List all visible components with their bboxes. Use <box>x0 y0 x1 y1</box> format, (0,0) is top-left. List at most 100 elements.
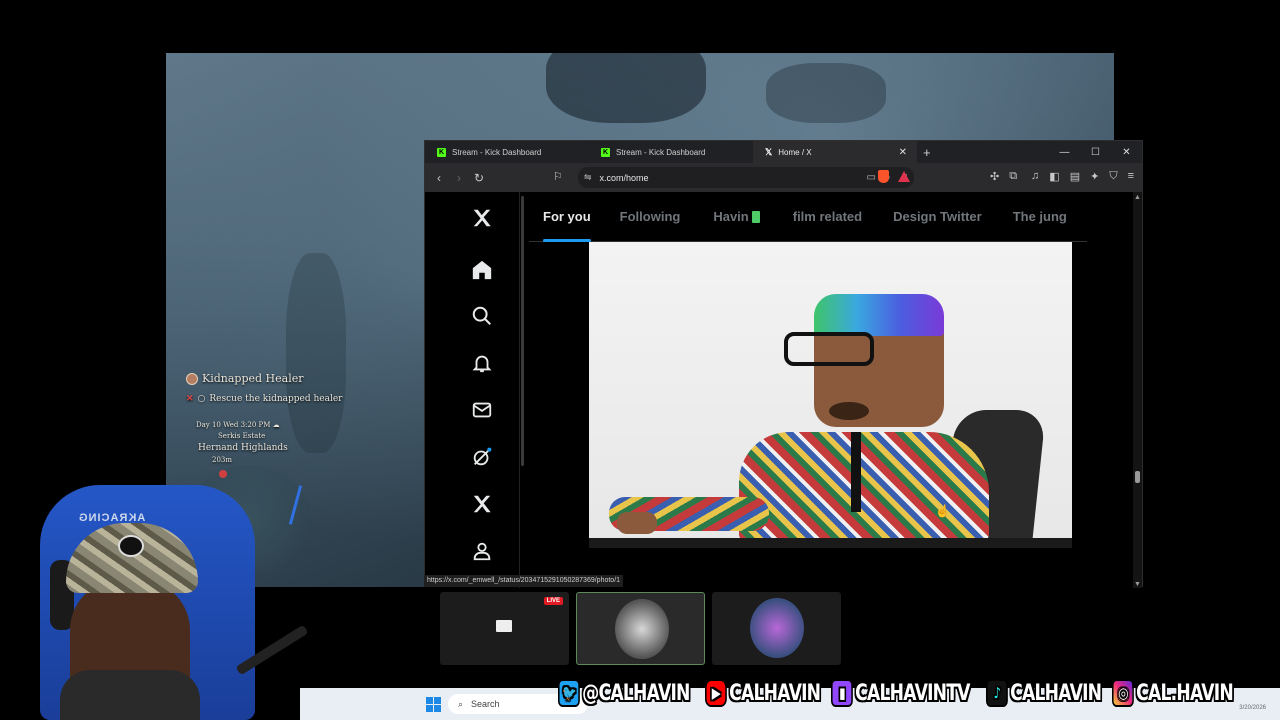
preview-avatar-1[interactable] <box>576 592 705 665</box>
sidebar-scrollbar[interactable] <box>521 196 524 466</box>
tab-label: Stream - Kick Dashboard <box>452 147 542 157</box>
close-tab-icon[interactable]: ✕ <box>899 147 907 158</box>
scroll-up-icon[interactable]: ▲ <box>1134 194 1141 201</box>
bell-icon[interactable] <box>470 351 494 375</box>
glasses-shape <box>784 332 874 366</box>
tab-following[interactable]: Following <box>620 192 681 242</box>
mail-icon[interactable] <box>470 398 494 422</box>
tiktok-icon: ♪ <box>986 679 1009 707</box>
search-icon[interactable] <box>470 304 494 328</box>
minimize-icon[interactable]: — <box>1049 141 1080 163</box>
social-handle: CALHAVIN <box>1010 680 1103 706</box>
avatar <box>615 599 669 659</box>
forward-icon[interactable]: › <box>449 171 469 185</box>
new-tab-button[interactable]: + <box>923 145 931 160</box>
extension-icons: ✣ ⧉ ♫ ◧ ▤ ✦ ⛉ ≡ <box>990 170 1134 183</box>
mouse-cursor-icon: ☝ <box>935 504 950 518</box>
brave-rewards-icon[interactable] <box>898 171 910 182</box>
nav-divider <box>519 192 520 588</box>
social-instagram: ◎ CAL.HAVIN <box>1112 679 1234 707</box>
quest-title: Kidnapped Healer <box>202 372 304 385</box>
post-media-image[interactable] <box>589 242 1072 548</box>
tab-bar: K Stream - Kick Dashboard K Stream - Kic… <box>425 141 1142 163</box>
preview-avatar-2[interactable] <box>712 592 841 665</box>
browser-window: K Stream - Kick Dashboard K Stream - Kic… <box>424 140 1143 588</box>
avatar <box>750 598 804 658</box>
page-scrollbar[interactable]: ▲ ▼ <box>1133 192 1142 588</box>
social-youtube: ▶ CALHAVIN <box>704 679 821 707</box>
x-sidebar-nav <box>462 192 502 588</box>
x-premium-icon[interactable] <box>470 492 494 516</box>
quest-marker-icon: ✕ <box>186 394 194 404</box>
tab-kick-dashboard-1[interactable]: K Stream - Kick Dashboard <box>425 141 589 163</box>
tab-havin[interactable]: Havin <box>713 192 760 242</box>
social-handle: @CALHAVIN <box>582 680 690 706</box>
address-bar[interactable]: ⇋ x.com/home ▭ ⌕ ⇗ <box>578 167 914 188</box>
site-info-icon[interactable]: ⇋ <box>584 172 592 183</box>
wallet-icon[interactable]: ▤ <box>1070 170 1080 183</box>
search-icon: ⌕ <box>458 698 464 709</box>
tab-home-x[interactable]: 𝕏 Home / X ✕ <box>753 141 917 163</box>
battery-emoji-icon <box>751 210 760 223</box>
preview-obs[interactable]: LIVE <box>440 592 569 665</box>
social-tiktok: ♪ CALHAVIN <box>986 679 1103 707</box>
tab-search-icon[interactable]: ⧉ <box>1009 170 1017 183</box>
brave-shields-icon[interactable] <box>878 170 889 183</box>
brave-icons <box>878 170 910 183</box>
extensions-icon[interactable]: ✣ <box>990 170 999 183</box>
grok-icon[interactable] <box>470 445 494 469</box>
feed-tabs: For you Following Havin film related Des… <box>529 192 1087 242</box>
cast-icon[interactable]: ▭ <box>867 172 876 183</box>
media-icon[interactable]: ♫ <box>1031 170 1039 183</box>
bookmark-icon[interactable]: ⚐ <box>553 170 563 183</box>
x-logo-icon[interactable] <box>470 206 494 230</box>
menu-icon[interactable]: ≡ <box>1128 170 1134 183</box>
tab-film-related[interactable]: film related <box>793 192 862 242</box>
vpn-icon[interactable]: ⛉ <box>1109 170 1117 183</box>
link-status-bar: https://x.com/_emwell_/status/2034715291… <box>424 575 624 587</box>
twitch-icon: ▮ <box>830 679 853 707</box>
rock-shadow <box>766 63 886 123</box>
social-handle: CALHAVINTV <box>854 680 970 706</box>
hoodie-shape <box>60 670 200 720</box>
instagram-icon: ◎ <box>1112 679 1134 707</box>
sidebar-icon[interactable]: ◧ <box>1049 170 1059 183</box>
tab-for-you[interactable]: For you <box>543 192 591 242</box>
windows-start-icon[interactable] <box>426 697 441 712</box>
tab-label: Home / X <box>778 147 812 157</box>
social-twitch: ▮ CALHAVINTV <box>830 679 970 707</box>
social-twitter: 🐦 @CALHAVIN <box>558 679 690 707</box>
page-content: For you Following Havin film related Des… <box>425 192 1135 588</box>
tab-label: film related <box>792 209 863 224</box>
close-window-icon[interactable]: ✕ <box>1111 141 1142 163</box>
tab-kick-dashboard-2[interactable]: K Stream - Kick Dashboard <box>589 141 753 163</box>
maximize-icon[interactable]: ☐ <box>1080 141 1111 163</box>
scrollbar-thumb[interactable] <box>1135 471 1140 483</box>
tab-the-jung[interactable]: The jung <box>1013 192 1067 242</box>
twitter-icon: 🐦 <box>558 679 580 707</box>
active-tab-indicator <box>543 238 591 242</box>
jacket-shape <box>739 432 989 542</box>
hair-shape <box>814 294 944 336</box>
hud-info: Day 10 Wed 3:20 PM ☁ Serkis Estate Herna… <box>196 421 288 467</box>
url-text[interactable]: x.com/home <box>600 173 649 183</box>
scroll-down-icon[interactable]: ▼ <box>1134 581 1141 588</box>
quest-objective: Rescue the kidnapped healer <box>209 394 343 404</box>
rock-shadow <box>546 53 706 123</box>
live-badge: LIVE <box>543 597 563 605</box>
kick-icon: K <box>437 147 446 157</box>
rock-shadow <box>286 253 346 453</box>
home-icon[interactable] <box>470 258 494 282</box>
taskbar-previews: LIVE <box>440 592 841 665</box>
tab-design-twitter[interactable]: Design Twitter <box>893 192 982 242</box>
tab-label: The jung <box>1012 209 1067 224</box>
youtube-icon: ▶ <box>704 679 727 707</box>
back-icon[interactable]: ‹ <box>429 171 449 185</box>
leo-icon[interactable]: ✦ <box>1090 170 1099 183</box>
distance: 203m <box>212 456 232 464</box>
stream-scene: Kidnapped Healer ✕ ○ Rescue the kidnapped … <box>0 0 1280 720</box>
quest-pin-icon <box>219 470 227 478</box>
reload-icon[interactable]: ↻ <box>469 171 489 185</box>
profile-icon[interactable] <box>470 539 494 563</box>
objective-circle-icon: ○ <box>197 394 206 404</box>
